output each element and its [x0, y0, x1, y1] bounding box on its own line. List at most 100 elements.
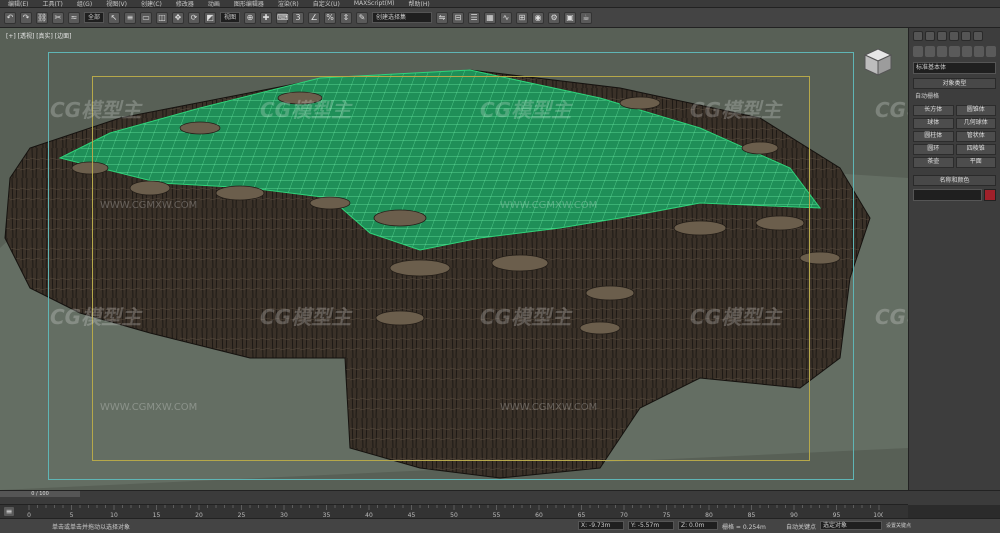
move-icon[interactable]: ✥: [172, 11, 185, 24]
set-key-button[interactable]: 设置关键点: [886, 522, 911, 529]
track-bar[interactable]: ≡ 0 5 10 15 20 25 30 35 40 45 50 55 60 65 70 75 80 85 90 95…: [0, 504, 908, 519]
menu-bar: 编辑(E) 工具(T) 组(G) 视图(V) 创建(C) 修改器 动画 图形编辑器 渲染(R) 自…: [0, 0, 1000, 8]
menu-item[interactable]: 帮助(H): [409, 0, 430, 8]
helpers-icon[interactable]: [961, 46, 972, 57]
named-selection-dropdown[interactable]: 创建选择集: [372, 12, 433, 23]
rect-selection-icon[interactable]: ▭: [140, 11, 153, 24]
object-type-button[interactable]: 四棱锥: [955, 144, 996, 155]
scale-icon[interactable]: ◩: [204, 11, 217, 24]
object-type-button[interactable]: 几何球体: [955, 118, 996, 129]
watermark-url: WWW.CGMXW.COM: [100, 200, 198, 211]
menu-item[interactable]: 创建(C): [141, 0, 162, 8]
space-warps-icon[interactable]: [973, 46, 984, 57]
object-type-button[interactable]: 长方体: [913, 105, 954, 116]
object-type-button[interactable]: 圆锥体: [955, 105, 996, 116]
y-coordinate-field[interactable]: Y: -5.57m: [628, 521, 674, 530]
time-slider-handle[interactable]: 0 / 100: [0, 491, 80, 497]
edit-named-selection-icon[interactable]: ✎: [356, 11, 369, 24]
undo-icon[interactable]: ↶: [4, 11, 16, 24]
hierarchy-tab-icon[interactable]: [937, 31, 947, 41]
watermark: CG模型主: [480, 305, 572, 329]
z-coordinate-field[interactable]: Z: 0.0m: [678, 521, 718, 530]
menu-item[interactable]: 视图(V): [106, 0, 127, 8]
object-name-input[interactable]: [913, 189, 982, 201]
selection-filter-dropdown[interactable]: 全部: [84, 12, 105, 23]
curve-editor-icon[interactable]: ∿: [500, 11, 513, 24]
auto-key-button[interactable]: 自动关键点: [786, 522, 816, 531]
render-production-icon[interactable]: ☕: [580, 11, 593, 24]
select-object-icon[interactable]: ↖: [108, 11, 121, 24]
render-setup-icon[interactable]: ⚙: [548, 11, 561, 24]
object-type-button[interactable]: 茶壶: [913, 157, 954, 168]
menu-item[interactable]: 动画: [208, 0, 220, 8]
watermark-url: WWW.CGMXW.COM: [500, 402, 598, 413]
menu-item[interactable]: 修改器: [176, 0, 194, 8]
keyboard-shortcut-icon[interactable]: ⌨: [276, 11, 289, 24]
menu-item[interactable]: 图形编辑器: [234, 0, 264, 8]
redo-icon[interactable]: ↷: [20, 11, 32, 24]
object-type-rollout[interactable]: 对象类型: [913, 78, 996, 89]
object-category-dropdown[interactable]: 标准基本体: [913, 62, 996, 74]
viewport-label[interactable]: [+] [透视] [真实] [边面]: [6, 31, 71, 40]
object-type-button[interactable]: 圆环: [913, 144, 954, 155]
watermark: CG模型主: [875, 98, 908, 122]
systems-icon[interactable]: [985, 46, 996, 57]
frame-ruler: 0 5 10 15 20 25 30 35 40 45 50 55 60 65 70 75 80 85 90 95 10…: [27, 505, 883, 519]
watermark: CG模型主: [50, 98, 142, 122]
material-editor-icon[interactable]: ◉: [532, 11, 545, 24]
perspective-viewport[interactable]: [+] [透视] [真实] [边面] CG模型主 CG模型主 CG模型主 CG模…: [0, 28, 908, 490]
object-type-button[interactable]: 管状体: [955, 131, 996, 142]
shapes-icon[interactable]: [925, 46, 936, 57]
mini-curve-editor-icon[interactable]: ≡: [3, 506, 15, 517]
geometry-icon[interactable]: [913, 46, 924, 57]
menu-item[interactable]: 工具(T): [42, 0, 62, 8]
align-icon[interactable]: ⊟: [452, 11, 465, 24]
menu-item[interactable]: 自定义(U): [313, 0, 340, 8]
object-type-button[interactable]: 平面: [955, 157, 996, 168]
bind-space-warp-icon[interactable]: ≈: [68, 11, 80, 24]
time-slider[interactable]: 0 / 100: [0, 490, 1000, 505]
watermark: CG模型主: [875, 305, 908, 329]
rotate-icon[interactable]: ⟳: [188, 11, 201, 24]
viewcube-icon[interactable]: [862, 46, 894, 78]
autogrid-checkbox[interactable]: 自动栅格: [909, 89, 1000, 102]
pivot-center-icon[interactable]: ⊕: [244, 11, 257, 24]
cameras-icon[interactable]: [949, 46, 960, 57]
window-crossing-icon[interactable]: ◫: [156, 11, 169, 24]
watermark: CG模型主: [690, 98, 782, 122]
utilities-tab-icon[interactable]: [973, 31, 983, 41]
menu-item[interactable]: 组(G): [77, 0, 92, 8]
percent-snap-icon[interactable]: %: [324, 11, 337, 24]
create-tab-icon[interactable]: [913, 31, 923, 41]
graphite-tools-icon[interactable]: ▦: [484, 11, 497, 24]
display-tab-icon[interactable]: [961, 31, 971, 41]
object-color-swatch[interactable]: [984, 189, 996, 201]
mirror-icon[interactable]: ⇋: [436, 11, 449, 24]
select-by-name-icon[interactable]: ≡: [124, 11, 137, 24]
unlink-icon[interactable]: ✂: [52, 11, 64, 24]
menu-item[interactable]: 编辑(E): [8, 0, 28, 8]
motion-tab-icon[interactable]: [949, 31, 959, 41]
schematic-view-icon[interactable]: ⊞: [516, 11, 529, 24]
command-panel: 标准基本体 对象类型 自动栅格 长方体 圆锥体 球体 几何球体 圆柱体 管状体 圆环 四棱锥茶…: [908, 28, 1000, 490]
angle-snap-icon[interactable]: ∠: [308, 11, 321, 24]
menu-item[interactable]: 渲染(R): [278, 0, 299, 8]
modify-tab-icon[interactable]: [925, 31, 935, 41]
reference-coord-dropdown[interactable]: 视图: [220, 12, 241, 23]
x-coordinate-field[interactable]: X: -9.73m: [578, 521, 624, 530]
menu-item[interactable]: MAXScript(M): [354, 0, 395, 7]
rendered-frame-icon[interactable]: ▣: [564, 11, 577, 24]
lights-icon[interactable]: [937, 46, 948, 57]
layer-manager-icon[interactable]: ☰: [468, 11, 481, 24]
select-manipulate-icon[interactable]: ✚: [260, 11, 273, 24]
key-filter-dropdown[interactable]: 选定对象: [820, 521, 882, 530]
grid-size: 栅格 = 0.254m: [722, 524, 766, 531]
watermark-url: WWW.CGMXW.COM: [100, 402, 198, 413]
watermark-url: WWW.CGMXW.COM: [500, 200, 598, 211]
link-icon[interactable]: ⛓: [36, 11, 48, 24]
snap-icon[interactable]: 3: [292, 11, 305, 24]
object-type-button[interactable]: 球体: [913, 118, 954, 129]
object-type-button[interactable]: 圆柱体: [913, 131, 954, 142]
spinner-snap-icon[interactable]: ⇕: [340, 11, 353, 24]
name-color-rollout[interactable]: 名称和颜色: [913, 175, 996, 186]
